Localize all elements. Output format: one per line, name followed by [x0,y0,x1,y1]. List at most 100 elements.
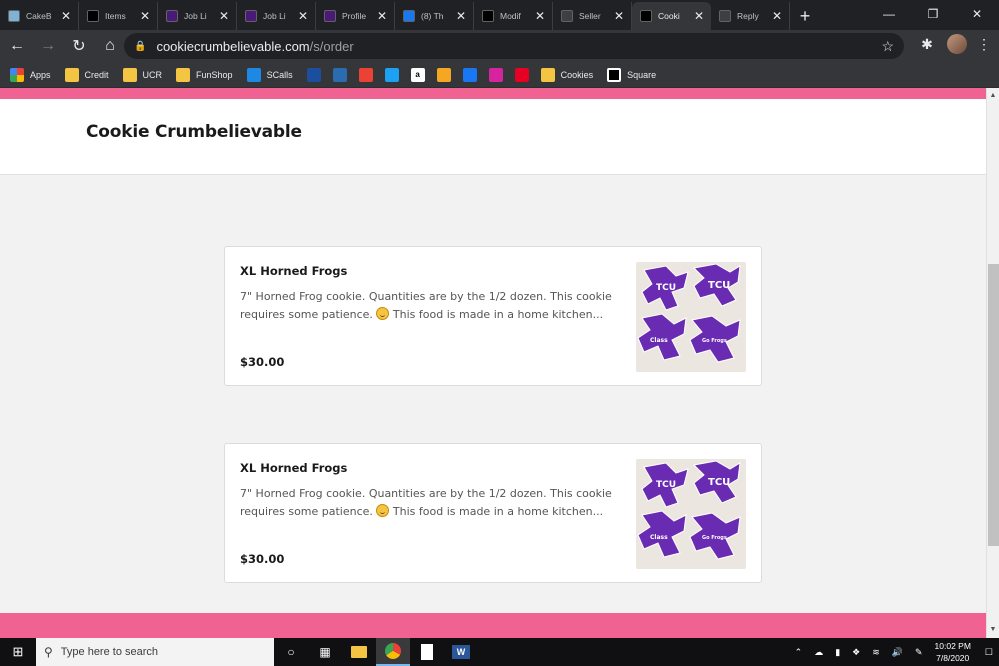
close-window-button[interactable]: ✕ [955,0,999,28]
browser-tab[interactable]: Job Li ✕ [237,2,316,30]
bookmark-item[interactable]: SCalls [246,65,293,85]
dropbox-icon[interactable]: ❖ [852,647,860,658]
bookmark-item[interactable] [358,65,373,85]
battery-icon[interactable]: ▮ [835,647,840,658]
product-card[interactable]: XL Horned Frogs 7" Horned Frog cookie. Q… [224,443,762,583]
bookmark-item[interactable] [332,65,347,85]
browser-tab[interactable]: Modif ✕ [474,2,553,30]
folder-icon [122,67,137,82]
bookmark-item[interactable] [384,65,399,85]
bookmark-item[interactable] [514,65,529,85]
bookmark-item[interactable] [488,65,503,85]
bookmark-star-icon[interactable]: ☆ [881,38,894,55]
browser-tab[interactable]: Profile ✕ [316,2,395,30]
bookmark-item[interactable] [462,65,477,85]
site-title[interactable]: Cookie Crumbelievable [86,122,302,142]
square-icon [719,10,731,22]
volume-icon[interactable]: 🔊 [892,647,903,658]
extensions-puzzle-icon[interactable]: ✱ [915,36,939,53]
svg-text:Go Frogs: Go Frogs [702,535,727,541]
scroll-down-arrow-icon[interactable]: ▼ [987,624,999,636]
word-taskbar-icon[interactable]: W [444,638,478,666]
taskbar-search-placeholder: Type here to search [60,646,159,658]
file-explorer-icon[interactable] [342,638,376,666]
cortana-icon[interactable]: ○ [274,638,308,666]
bookmark-label: UCR [142,69,163,80]
browser-tab[interactable]: Seller ✕ [553,2,632,30]
close-tab-icon[interactable]: ✕ [376,9,388,23]
amazon-icon: a [410,67,425,82]
browser-tab[interactable]: Job Li ✕ [158,2,237,30]
tab-title: Modif [500,11,521,21]
windows-start-icon[interactable]: ⊞ [0,638,36,666]
windows-taskbar: ⊞ ⚲ Type here to search ○ ▦ W ⌃ ☁ ▮ ❖ ≋ … [0,638,999,666]
browser-tab[interactable]: Items ✕ [79,2,158,30]
square-icon [87,10,99,22]
bookmark-item[interactable]: Cookies [540,65,594,85]
close-tab-icon[interactable]: ✕ [534,9,546,23]
url-text[interactable]: cookiecrumbelievable.com/s/order [156,39,353,54]
bookmark-item[interactable]: Credit [64,65,109,85]
bookmark-label: Credit [84,69,109,80]
browser-tab[interactable]: (8) Th ✕ [395,2,474,30]
address-bar[interactable]: 🔒 cookiecrumbelievable.com/s/order ☆ [124,33,904,59]
profile-avatar[interactable] [947,34,967,54]
scrollbar-thumb[interactable] [988,264,999,546]
svg-text:Class: Class [650,534,668,541]
minimize-button[interactable]: — [867,0,911,28]
back-button[interactable]: ← [3,32,31,60]
browser-tab[interactable]: Reply ✕ [711,2,790,30]
bookmark-item[interactable] [436,65,451,85]
close-tab-icon[interactable]: ✕ [297,9,309,23]
square-icon [482,10,494,22]
bookmark-label: Square [627,69,657,80]
task-view-icon[interactable]: ▦ [308,638,342,666]
tcu-icon [324,10,336,22]
lock-icon[interactable]: 🔒 [134,41,146,52]
scroll-up-arrow-icon[interactable]: ▲ [987,90,999,102]
close-tab-icon[interactable]: ✕ [613,9,625,23]
restore-button[interactable]: ❐ [911,0,955,28]
chevron-up-icon[interactable]: ⌃ [795,647,803,658]
close-tab-icon[interactable]: ✕ [218,9,230,23]
close-tab-icon[interactable]: ✕ [771,9,783,23]
onedrive-cloud-icon[interactable]: ☁ [814,647,823,658]
close-tab-icon[interactable]: ✕ [693,9,705,23]
app-taskbar-icon[interactable] [410,638,444,666]
pen-ink-icon[interactable]: ✎ [915,647,923,658]
bookmark-item[interactable] [306,65,321,85]
close-tab-icon[interactable]: ✕ [139,9,151,23]
bookmark-item[interactable]: FunShop [176,65,233,85]
product-card[interactable]: XL Horned Frogs 7" Horned Frog cookie. Q… [224,246,762,386]
folder-icon [176,67,191,82]
bookmark-item[interactable]: Square [607,65,656,85]
browser-tab[interactable]: CakeB ✕ [0,2,79,30]
reload-button[interactable]: ↻ [65,32,93,60]
page-scrollbar[interactable]: ▲ ▼ [986,88,999,638]
notifications-icon[interactable]: ☐ [985,647,993,658]
new-tab-button[interactable]: + [790,2,820,30]
product-price: $30.00 [240,355,285,369]
site-header: Cookie Crumbelievable [0,99,986,175]
wifi-icon[interactable]: ≋ [872,647,880,658]
bottom-accent-bar [0,613,986,638]
forward-button[interactable]: → [34,32,62,60]
tab-title: (8) Th [421,11,444,21]
bookmark-item[interactable]: Apps [10,65,51,85]
product-description: 7" Horned Frog cookie. Quantities are by… [240,487,612,518]
bookmark-label: Cookies [560,69,594,80]
home-button[interactable]: ⌂ [96,32,124,60]
layers-icon [436,67,451,82]
bookmark-item[interactable]: a [410,65,425,85]
browser-tab[interactable]: Cooki ✕ [632,2,711,30]
bookmarks-bar: Apps Credit UCR FunShop SCalls a Cookies Square [0,62,999,88]
kebab-menu-icon[interactable]: ⋮ [977,36,991,53]
facebook-icon [403,10,415,22]
system-clock[interactable]: 10:02 PM 7/8/2020 [935,640,971,664]
taskbar-search-box[interactable]: ⚲ Type here to search [36,638,274,666]
bookmark-item[interactable]: UCR [122,65,163,85]
close-tab-icon[interactable]: ✕ [60,9,72,23]
chrome-taskbar-icon[interactable] [376,638,410,666]
close-tab-icon[interactable]: ✕ [455,9,467,23]
tab-title: CakeB [26,11,52,21]
